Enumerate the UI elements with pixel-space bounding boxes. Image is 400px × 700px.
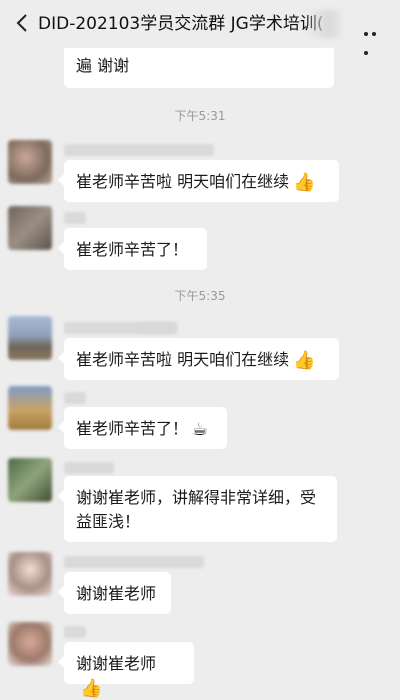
message-text: 谢谢崔老师 [76, 584, 157, 603]
thumbs-up-icon: 👍 [80, 677, 103, 699]
message-text: 崔老师辛苦了！ [76, 419, 189, 438]
message-text: 崔老师辛苦啦 明天咱们在继续 [76, 172, 290, 191]
message-text-line1: 谢谢崔老师，讲解得非常详细，受 [76, 488, 317, 507]
avatar[interactable] [8, 316, 52, 360]
message-bubble[interactable]: 崔老师辛苦了！ [58, 228, 207, 270]
message-text: 崔老师辛苦了！ [76, 240, 189, 259]
back-chevron-icon[interactable] [12, 12, 34, 34]
message-text: 谢谢崔老师 [76, 654, 157, 673]
sender-name [64, 392, 86, 404]
avatar[interactable] [8, 552, 52, 596]
timestamp: 下午5:35 [174, 289, 226, 303]
avatar[interactable] [8, 140, 52, 184]
chat-header: DID-202103学员交流群 JG学术培训( [0, 0, 400, 55]
more-dots-icon[interactable] [364, 21, 386, 55]
sender-name [64, 626, 86, 638]
avatar[interactable] [8, 622, 52, 666]
sender-name [64, 144, 214, 156]
sender-name-extra [138, 322, 178, 334]
title-overflow-blur [305, 10, 345, 38]
message-bubble[interactable]: 崔老师辛苦啦 明天咱们在继续 👍 [58, 338, 339, 380]
thumbs-up-icon: 👍 [293, 349, 316, 371]
message-text: 遍 谢谢 [76, 56, 130, 75]
avatar[interactable] [8, 458, 52, 502]
message-bubble[interactable]: 崔老师辛苦了！ ☕ [58, 407, 227, 449]
avatar[interactable] [8, 206, 52, 250]
avatar[interactable] [8, 386, 52, 430]
message-bubble[interactable]: 崔老师辛苦啦 明天咱们在继续 👍 [58, 160, 339, 202]
message-text-line2: 益匪浅！ [76, 512, 141, 531]
chat-title: DID-202103学员交流群 JG学术培训( [38, 14, 324, 34]
message-bubble[interactable]: 谢谢崔老师 [58, 572, 171, 614]
sender-name [64, 212, 86, 224]
message-text: 崔老师辛苦啦 明天咱们在继续 [76, 350, 290, 369]
message-bubble[interactable]: 谢谢崔老师 👍 [58, 642, 194, 697]
sender-name [64, 462, 114, 474]
message-bubble[interactable]: 谢谢崔老师，讲解得非常详细，受 益匪浅！ [58, 476, 337, 542]
thumbs-up-icon: 👍 [293, 171, 316, 193]
sender-name [64, 556, 204, 568]
timestamp: 下午5:31 [174, 109, 226, 123]
coffee-icon: ☕ [192, 418, 209, 440]
